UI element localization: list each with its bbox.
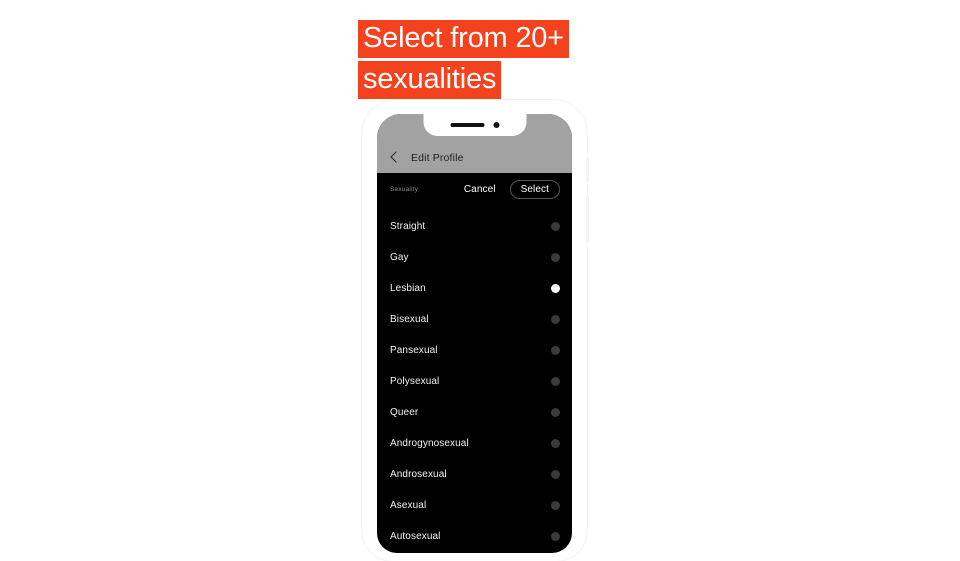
option-label: Pansexual: [390, 345, 438, 356]
radio-unselected-icon[interactable]: [551, 253, 560, 262]
page-title: Edit Profile: [411, 152, 464, 164]
option-row[interactable]: Autosexual: [377, 521, 572, 552]
sexuality-option-list: Straight Gay Lesbian Bisexual Pansexual Polys…: [377, 211, 572, 552]
option-label: Androsexual: [390, 469, 447, 480]
radio-unselected-icon[interactable]: [551, 222, 560, 231]
phone-screen: Edit Profile Sexuality Cancel Select Str…: [377, 114, 572, 553]
option-row[interactable]: Queer: [377, 397, 572, 428]
radio-unselected-icon[interactable]: [551, 315, 560, 324]
option-label: Queer: [390, 407, 419, 418]
radio-unselected-icon[interactable]: [551, 377, 560, 386]
select-button[interactable]: Select: [509, 180, 560, 199]
radio-unselected-icon[interactable]: [551, 439, 560, 448]
headline-line-2: sexualities: [358, 61, 502, 99]
option-row[interactable]: Androgynosexual: [377, 428, 572, 459]
headline-line-1: Select from 20+: [358, 20, 569, 58]
radio-unselected-icon[interactable]: [551, 532, 560, 541]
speaker-bar-icon: [450, 122, 484, 128]
option-label: Bisexual: [390, 314, 429, 325]
option-label: Asexual: [390, 500, 427, 511]
option-row[interactable]: Straight: [377, 211, 572, 242]
option-label: Polysexual: [390, 376, 440, 387]
option-row[interactable]: Androsexual: [377, 459, 572, 490]
option-label: Lesbian: [390, 283, 426, 294]
radio-unselected-icon[interactable]: [551, 501, 560, 510]
option-label: Gay: [390, 252, 409, 263]
promo-headline: Select from 20+ sexualities: [358, 20, 569, 99]
option-row[interactable]: Gay: [377, 242, 572, 273]
power-button[interactable]: [585, 196, 589, 243]
option-label: Autosexual: [390, 531, 441, 542]
option-row[interactable]: Pansexual: [377, 335, 572, 366]
field-label-sexuality: Sexuality: [390, 186, 419, 193]
volume-button[interactable]: [585, 158, 589, 182]
back-chevron-icon[interactable]: [390, 150, 399, 164]
radio-unselected-icon[interactable]: [551, 346, 560, 355]
option-row[interactable]: Lesbian: [377, 273, 572, 304]
cancel-button[interactable]: Cancel: [464, 184, 496, 195]
phone-body: Edit Profile Sexuality Cancel Select Str…: [362, 100, 589, 561]
radio-unselected-icon[interactable]: [551, 408, 560, 417]
option-label: Androgynosexual: [390, 438, 469, 449]
phone-notch: [423, 114, 526, 136]
option-label: Straight: [390, 221, 426, 232]
option-row[interactable]: Polysexual: [377, 366, 572, 397]
front-camera-icon: [493, 122, 499, 128]
action-row: Sexuality Cancel Select: [377, 173, 572, 206]
phone-mockup: Edit Profile Sexuality Cancel Select Str…: [362, 100, 589, 561]
radio-unselected-icon[interactable]: [551, 470, 560, 479]
radio-selected-icon[interactable]: [551, 284, 560, 293]
option-row[interactable]: Bisexual: [377, 304, 572, 335]
option-row[interactable]: Asexual: [377, 490, 572, 521]
